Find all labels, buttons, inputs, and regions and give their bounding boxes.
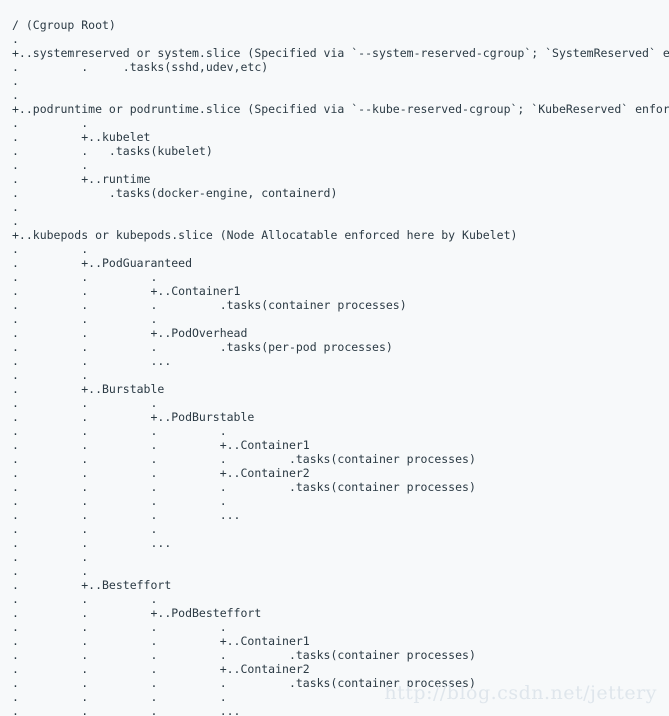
tree-line: . . .tasks(sshd,udev,etc) (12, 60, 269, 74)
tree-line: . . +..PodBurstable (12, 410, 255, 424)
tree-line: . +..runtime (12, 172, 151, 186)
tree-line: +..kubepods or kubepods.slice (Node Allo… (12, 228, 518, 242)
tree-line: . . . ... (12, 704, 241, 716)
tree-line: . . .tasks(kubelet) (12, 144, 213, 158)
tree-line: . . . . (12, 494, 227, 508)
tree-line: . . +..PodOverhead (12, 326, 248, 340)
tree-line: . . . (12, 312, 158, 326)
tree-line: . . . .tasks(per-pod processes) (12, 340, 393, 354)
tree-line: . . (12, 550, 89, 564)
tree-line: +..podruntime or podruntime.slice (Speci… (12, 102, 669, 116)
tree-line: . .tasks(docker-engine, containerd) (12, 186, 338, 200)
tree-line: . . (12, 158, 89, 172)
tree-line: . +..Besteffort (12, 578, 172, 592)
tree-line: . (12, 200, 19, 214)
tree-line: . . . (12, 270, 158, 284)
cgroup-hierarchy-tree: / (Cgroup Root). +..systemreserved or sys… (0, 0, 669, 716)
tree-line: . . . ... (12, 508, 241, 522)
tree-line: . . . . .tasks(container processes) (12, 452, 476, 466)
tree-line: . . . (12, 396, 158, 410)
tree-line: . +..Burstable (12, 382, 165, 396)
tree-line: . . . . .tasks(container processes) (12, 676, 476, 690)
tree-line: . . . +..Container2 (12, 466, 310, 480)
tree-line: / (Cgroup Root) (12, 18, 116, 32)
tree-line: . . . . .tasks(container processes) (12, 480, 476, 494)
tree-line: . . . . (12, 690, 227, 704)
tree-line: . . . (12, 592, 158, 606)
tree-line: . . (12, 116, 89, 130)
tree-line: . (12, 74, 19, 88)
tree-line: . . +..PodBesteffort (12, 606, 262, 620)
tree-line: +..systemreserved or system.slice (Speci… (12, 46, 669, 60)
tree-line: . +..kubelet (12, 130, 151, 144)
tree-line: . . (12, 564, 89, 578)
tree-line: . (12, 214, 19, 228)
tree-line: . +..PodGuaranteed (12, 256, 193, 270)
tree-line: . . ... (12, 536, 172, 550)
tree-line: . . (12, 242, 89, 256)
tree-line: . (12, 32, 19, 46)
tree-line: . . . (12, 522, 158, 536)
tree-line: . . ... (12, 354, 172, 368)
tree-line: . . . . (12, 620, 227, 634)
tree-line: . . . . .tasks(container processes) (12, 648, 476, 662)
tree-line: . . . +..Container1 (12, 634, 310, 648)
tree-line: . . +..Container1 (12, 284, 241, 298)
tree-line: . . (12, 368, 89, 382)
tree-line: . . . . (12, 424, 227, 438)
tree-line: . . . .tasks(container processes) (12, 298, 407, 312)
tree-line: . . . +..Container2 (12, 662, 310, 676)
tree-line: . . . +..Container1 (12, 438, 310, 452)
tree-line: . (12, 88, 19, 102)
